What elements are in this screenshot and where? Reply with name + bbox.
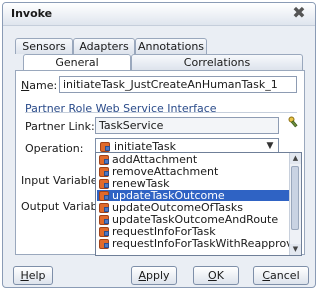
tab-sensors[interactable]: Sensors bbox=[15, 38, 73, 54]
name-label: Name: bbox=[21, 79, 58, 92]
list-item-selected[interactable]: updateTaskOutcome bbox=[97, 190, 289, 201]
input-variable-label: Input Variable bbox=[21, 174, 98, 187]
output-variable-label: Output Variab bbox=[21, 200, 98, 213]
scrollbar-thumb[interactable] bbox=[291, 166, 299, 230]
ok-button[interactable]: OK bbox=[193, 266, 239, 285]
operation-icon bbox=[99, 155, 109, 165]
scroll-down-icon[interactable]: ▼ bbox=[290, 244, 301, 255]
dropdown-scrollbar[interactable]: ▲ ▼ bbox=[289, 153, 301, 255]
tab-annotations[interactable]: Annotations bbox=[135, 38, 207, 54]
partner-link-label: Partner Link: bbox=[25, 120, 95, 133]
operation-icon bbox=[99, 203, 109, 213]
operation-icon bbox=[99, 227, 109, 237]
dialog-title: Invoke bbox=[11, 7, 53, 20]
invoke-dialog: Invoke ✖ Sensors Adapters Annotations Ge… bbox=[2, 2, 316, 288]
list-item[interactable]: updateOutcomeOfTasks bbox=[97, 202, 289, 213]
help-button[interactable]: Help bbox=[13, 266, 53, 285]
title-bar: Invoke ✖ bbox=[3, 3, 315, 26]
operation-icon bbox=[99, 239, 109, 249]
tab-correlations[interactable]: Correlations bbox=[131, 54, 303, 70]
operation-icon bbox=[99, 191, 109, 201]
operation-icon bbox=[99, 215, 109, 225]
tab-general[interactable]: General bbox=[23, 54, 131, 71]
list-item[interactable]: requestInfoForTask bbox=[97, 226, 289, 237]
list-item[interactable]: removeAttachment bbox=[97, 166, 289, 177]
apply-button[interactable]: Apply bbox=[131, 266, 177, 285]
list-item[interactable]: requestInfoForTaskWithReapproval bbox=[97, 238, 301, 249]
operation-label: Operation: bbox=[25, 142, 84, 155]
scroll-up-icon[interactable]: ▲ bbox=[290, 153, 301, 164]
list-item[interactable]: renewTask bbox=[97, 178, 289, 189]
list-item[interactable]: addAttachment bbox=[97, 154, 289, 165]
list-item[interactable]: updateTaskOutcomeAndRoute bbox=[97, 214, 289, 225]
partner-role-group-title: Partner Role Web Service Interface bbox=[25, 102, 217, 115]
operation-dropdown-list[interactable]: addAttachment removeAttachment renewTask… bbox=[95, 152, 302, 256]
name-field[interactable]: initiateTask_JustCreateAnHumanTask_1 bbox=[59, 76, 297, 93]
tab-adapters[interactable]: Adapters bbox=[73, 38, 135, 54]
cancel-button[interactable]: Cancel bbox=[253, 266, 309, 285]
partner-link-field: TaskService bbox=[95, 117, 279, 134]
operation-icon bbox=[99, 167, 109, 177]
close-icon[interactable]: ✖ bbox=[291, 5, 307, 21]
link-icon[interactable] bbox=[288, 116, 298, 128]
operation-icon bbox=[99, 179, 109, 189]
group-divider bbox=[25, 112, 297, 113]
operation-icon bbox=[100, 142, 110, 152]
